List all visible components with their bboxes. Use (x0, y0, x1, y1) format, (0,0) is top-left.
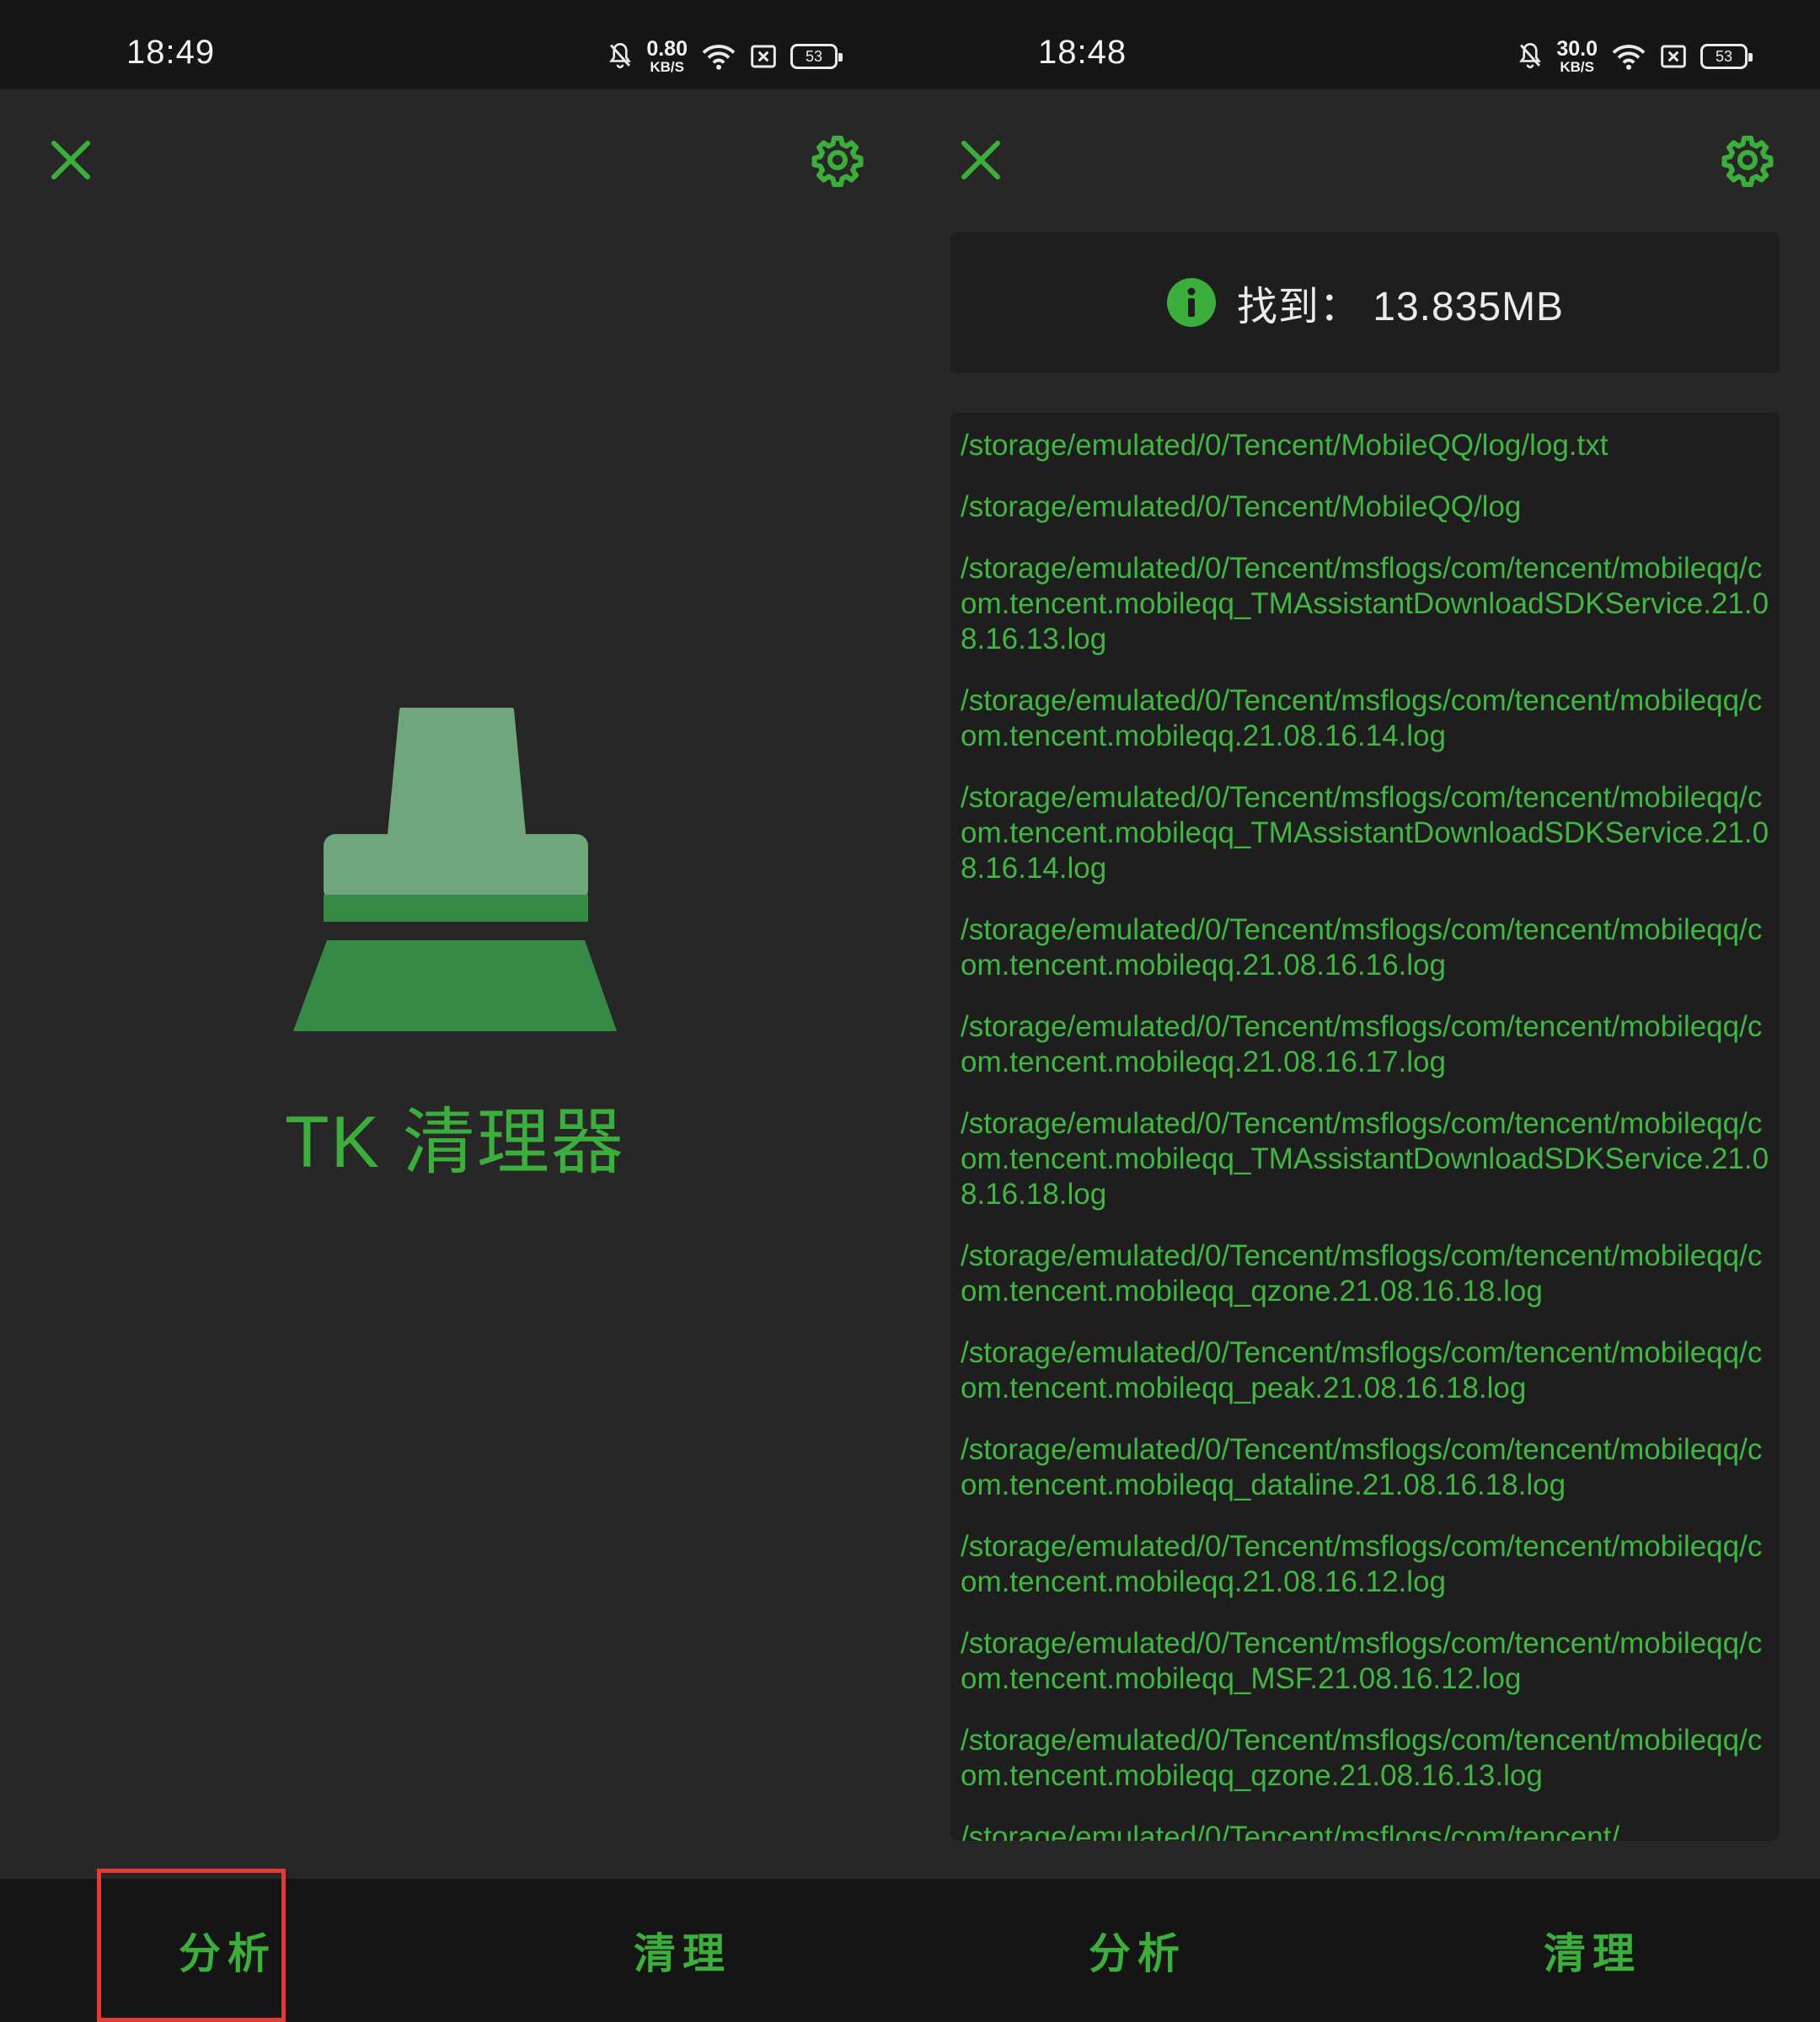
list-item[interactable]: /storage/emulated/0/Tencent/msflogs/com/… (961, 1432, 1769, 1503)
clean-button[interactable]: 清理 (1365, 1879, 1820, 2022)
battery-icon: 53 (790, 44, 843, 69)
list-item[interactable]: /storage/emulated/0/Tencent/msflogs/com/… (961, 1529, 1769, 1600)
phone-screen-analyze: 18:49 0.80 KB/S 53 TK 清理器 分析 清理 (0, 0, 910, 2022)
list-item[interactable]: /storage/emulated/0/Tencent/MobileQQ/log (961, 489, 1769, 525)
network-speed-unit: KB/S (650, 59, 684, 75)
status-icons: 30.0 KB/S 53 (1518, 37, 1753, 76)
status-icons: 0.80 KB/S 53 (608, 37, 843, 76)
list-item[interactable]: /storage/emulated/0/Tencent/msflogs/com/… (961, 780, 1769, 886)
list-item[interactable]: /storage/emulated/0/Tencent/msflogs/com/… (961, 1106, 1769, 1212)
wifi-icon (702, 45, 736, 70)
analyze-button[interactable]: 分析 (910, 1879, 1365, 2022)
network-speed: 30.0 KB/S (1556, 37, 1598, 75)
phone-screen-results: 18:48 30.0 KB/S 53 找到： 13.835MB /storage… (910, 0, 1820, 2022)
info-icon (1166, 278, 1216, 327)
gear-icon[interactable] (811, 133, 864, 187)
status-bar: 18:48 30.0 KB/S 53 (910, 0, 1820, 89)
gear-icon[interactable] (1721, 133, 1774, 187)
list-item[interactable]: /storage/emulated/0/Tencent/msflogs/com/… (961, 1820, 1769, 1841)
list-item[interactable]: /storage/emulated/0/Tencent/msflogs/com/… (961, 1723, 1769, 1794)
network-speed: 0.80 KB/S (646, 37, 688, 75)
app-title: TK 清理器 (285, 1102, 625, 1183)
status-time: 18:48 (1038, 34, 1127, 71)
status-time: 18:49 (126, 34, 216, 71)
list-item[interactable]: /storage/emulated/0/Tencent/msflogs/com/… (961, 912, 1769, 983)
found-summary-card: 找到： 13.835MB (950, 232, 1780, 373)
battery-icon: 53 (1700, 44, 1753, 69)
list-item[interactable]: /storage/emulated/0/Tencent/msflogs/com/… (961, 551, 1769, 657)
battery-level: 53 (1715, 47, 1733, 65)
list-item[interactable]: /storage/emulated/0/Tencent/msflogs/com/… (961, 1335, 1769, 1406)
highlight-annotation-box (97, 1869, 286, 2022)
wifi-icon (1612, 45, 1646, 70)
sim-off-icon (751, 45, 776, 68)
bottom-action-bar: 分析 清理 (910, 1879, 1820, 2022)
network-speed-value: 0.80 (646, 37, 688, 61)
clean-button[interactable]: 清理 (455, 1879, 910, 2022)
close-icon[interactable] (46, 135, 96, 185)
battery-level: 53 (805, 47, 823, 65)
sim-off-icon (1661, 45, 1686, 68)
list-item[interactable]: /storage/emulated/0/Tencent/msflogs/com/… (961, 1626, 1769, 1697)
bell-off-icon (609, 43, 632, 69)
bell-off-icon (1519, 43, 1542, 69)
network-speed-value: 30.0 (1556, 37, 1598, 61)
status-bar: 18:49 0.80 KB/S 53 (0, 0, 910, 89)
list-item[interactable]: /storage/emulated/0/Tencent/msflogs/com/… (961, 683, 1769, 754)
list-item[interactable]: /storage/emulated/0/Tencent/msflogs/com/… (961, 1238, 1769, 1309)
network-speed-unit: KB/S (1560, 59, 1594, 75)
found-size-text: 找到： 13.835MB (1236, 285, 1565, 329)
list-item[interactable]: /storage/emulated/0/Tencent/msflogs/com/… (961, 1009, 1769, 1080)
file-path-list[interactable]: /storage/emulated/0/Tencent/MobileQQ/log… (950, 413, 1780, 1841)
broom-icon (293, 708, 617, 1031)
list-item[interactable]: /storage/emulated/0/Tencent/MobileQQ/log… (961, 428, 1769, 463)
close-icon[interactable] (956, 135, 1006, 185)
